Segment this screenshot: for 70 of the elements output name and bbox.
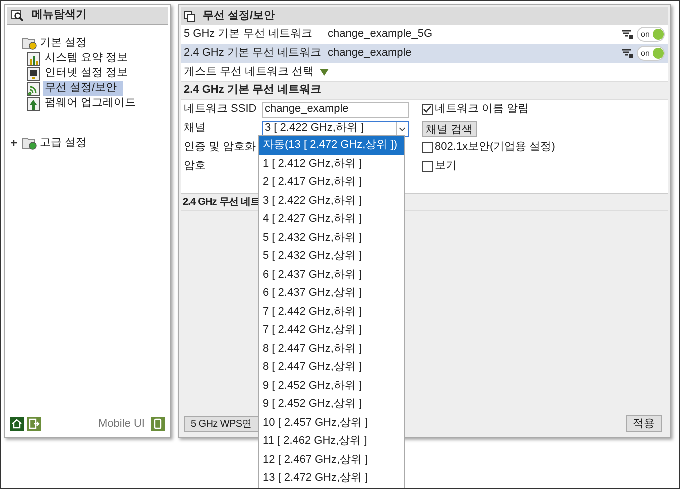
ssid-input[interactable]: change_example xyxy=(262,102,409,118)
dropdown-option[interactable]: 13 [ 2.472 GHz,상위 ] xyxy=(259,469,404,488)
dropdown-option[interactable]: 3 [ 2.422 GHz,하위 ] xyxy=(259,192,404,210)
mobile-ui-label: Mobile UI xyxy=(98,416,145,432)
network-row[interactable]: 5 GHz 기본 무선 네트워크 change_example_5G on xyxy=(181,25,668,44)
dropdown-option[interactable]: 8 [ 2.447 GHz,상위 ] xyxy=(259,358,404,376)
field-label: 인증 및 암호화 xyxy=(184,140,258,156)
dropdown-option[interactable]: 12 [ 2.467 GHz,상위 ] xyxy=(259,450,404,469)
tree-folder-row[interactable]: 기본 설정 xyxy=(11,35,168,51)
wifi-icon xyxy=(27,82,40,96)
checkbox[interactable] xyxy=(422,104,433,115)
toggle-switch[interactable]: on xyxy=(637,27,665,42)
dropdown-option[interactable]: 5 [ 2.432 GHz,하위 ] xyxy=(259,228,404,247)
tree-item[interactable]: 인터넷 설정 정보 xyxy=(43,66,130,81)
dropdown-option[interactable]: 4 [ 2.427 GHz,하위 ] xyxy=(259,210,404,228)
guest-network-select[interactable]: 게스트 무선 네트워크 선택 xyxy=(184,64,314,80)
dropdown-option[interactable]: 2 [ 2.417 GHz,하위 ] xyxy=(259,173,404,192)
section-header: 2.4 GHz 기본 무선 네트워크 xyxy=(181,82,668,100)
dropdown-option[interactable]: 9 [ 2.452 GHz,상위 ] xyxy=(259,395,404,414)
bar-chart-icon xyxy=(27,52,40,66)
field-label: 채널 xyxy=(184,121,207,136)
dropdown-option[interactable]: 8 [ 2.447 GHz,하위 ] xyxy=(259,340,404,358)
channel-scan-button[interactable]: 채널 검색 xyxy=(422,120,478,136)
window-icon xyxy=(184,10,195,22)
dropdown-option[interactable]: 5 [ 2.432 GHz,상위 ] xyxy=(259,247,404,266)
dropdown-option[interactable]: 1 [ 2.412 GHz,하위 ] xyxy=(259,154,404,173)
channel-select[interactable]: 3 [ 2.422 GHz,하위 ] xyxy=(262,120,409,136)
dropdown-option[interactable]: 11 [ 2.462 GHz,상위 ] xyxy=(259,432,404,450)
folder-icon xyxy=(22,36,38,50)
tree-folder[interactable]: 기본 설정 xyxy=(40,34,88,52)
field-label: 네트워크 SSID xyxy=(184,102,258,118)
dropdown-triangle-icon[interactable] xyxy=(320,68,330,76)
checkbox[interactable] xyxy=(422,142,433,153)
network-ssid: change_example xyxy=(328,46,413,62)
wifi-lock-icon xyxy=(622,30,633,39)
dropdown-option[interactable]: 7 [ 2.442 GHz,상위 ] xyxy=(259,321,404,340)
home-icon[interactable] xyxy=(10,416,24,431)
network-band-label: 5 GHz 기본 무선 네트워크 xyxy=(184,27,314,42)
sidebar-title: 메뉴탐색기 xyxy=(32,8,87,24)
tree-item[interactable]: 펌웨어 업그레이드 xyxy=(43,96,138,111)
network-band-label: 2.4 GHz 기본 무선 네트워크 xyxy=(184,46,323,62)
checkbox[interactable] xyxy=(422,161,433,172)
dropdown-option[interactable]: 자동(13 [ 2.472 GHz,상위 ]) xyxy=(259,136,404,154)
wps-button[interactable]: 5 GHz WPS연 xyxy=(184,416,260,432)
expand-icon[interactable] xyxy=(11,140,17,146)
network-ssid: change_example_5G xyxy=(328,27,434,42)
monitor-icon xyxy=(27,66,40,80)
dropdown-option[interactable]: 10 [ 2.457 GHz,상위 ] xyxy=(259,414,404,432)
mobile-icon[interactable] xyxy=(151,416,165,431)
tree-folder-row[interactable]: 고급 설정 xyxy=(11,135,168,151)
upload-icon xyxy=(27,96,40,110)
tree-folder[interactable]: 고급 설정 xyxy=(40,134,88,152)
field-label: 암호 xyxy=(184,159,207,174)
dropdown-option[interactable]: 7 [ 2.442 GHz,하위 ] xyxy=(259,302,404,321)
dropdown-option[interactable]: 6 [ 2.437 GHz,상위 ] xyxy=(259,284,404,302)
dropdown-option[interactable]: 6 [ 2.437 GHz,하위 ] xyxy=(259,266,404,284)
wifi-lock-icon xyxy=(622,49,633,58)
network-row[interactable]: 2.4 GHz 기본 무선 네트워크 change_example on xyxy=(181,44,668,63)
tree-item[interactable]: 시스템 요약 정보 xyxy=(43,51,130,66)
tree-item[interactable]: 무선 설정/보안 xyxy=(43,81,123,96)
toggle-switch[interactable]: on xyxy=(637,46,665,61)
folder-icon xyxy=(22,136,38,150)
panel-title: 무선 설정/보안 xyxy=(203,8,276,24)
checkbox-label[interactable]: 802.1x보안(기업용 설정) xyxy=(435,139,556,156)
logout-icon[interactable] xyxy=(27,416,41,431)
checkbox-label[interactable]: 보기 xyxy=(435,158,457,175)
apply-button[interactable]: 적용 xyxy=(626,415,662,432)
search-icon xyxy=(11,10,24,22)
dropdown-option[interactable]: 9 [ 2.452 GHz,하위 ] xyxy=(259,376,404,395)
checkbox-label[interactable]: 네트워크 이름 알림 xyxy=(435,101,530,118)
